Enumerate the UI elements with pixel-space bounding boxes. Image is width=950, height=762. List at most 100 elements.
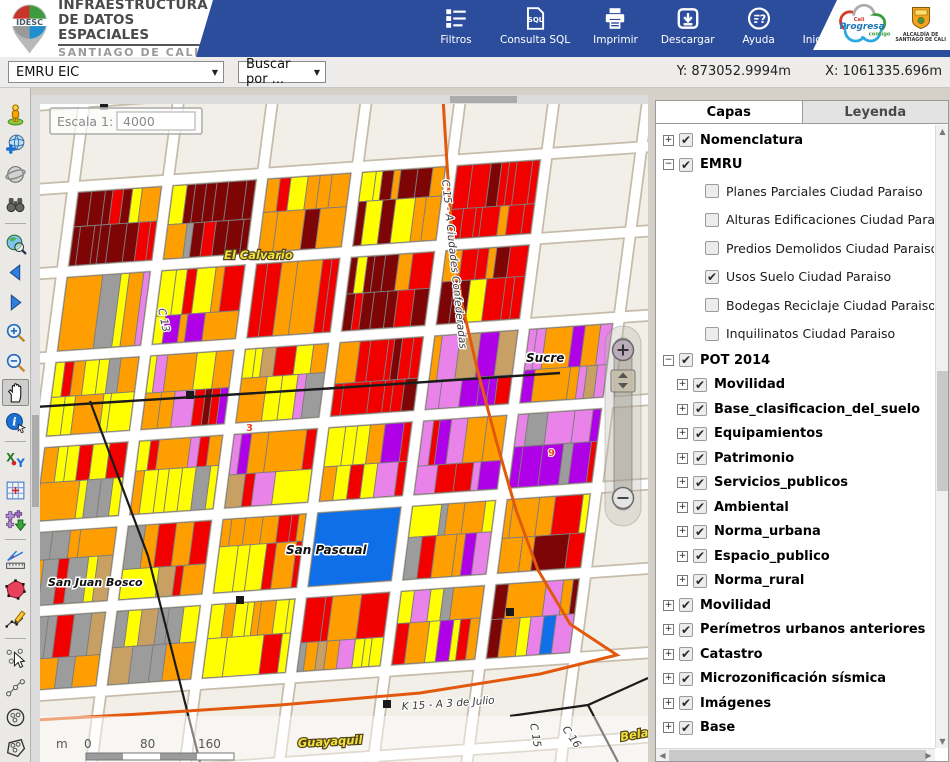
- layer-label[interactable]: Imágenes: [700, 696, 771, 711]
- collapse-icon[interactable]: −: [663, 159, 674, 170]
- expand-icon[interactable]: +: [677, 502, 688, 513]
- layer-checkbox[interactable]: [705, 184, 719, 198]
- next-extent-icon[interactable]: [2, 289, 29, 316]
- expand-icon[interactable]: +: [677, 453, 688, 464]
- expand-icon[interactable]: +: [677, 551, 688, 562]
- zoom-out-icon[interactable]: [2, 349, 29, 376]
- scrollbar-thumb[interactable]: [32, 415, 39, 507]
- identify-icon[interactable]: i: [2, 409, 29, 436]
- layer-checkbox[interactable]: ✔: [679, 353, 693, 367]
- panel-scrollbar-vertical[interactable]: ▲ ▼: [935, 125, 948, 748]
- layer-checkbox[interactable]: ✔: [705, 270, 719, 284]
- zoom-extent-icon[interactable]: [2, 230, 29, 257]
- panel-scrollbar-horizontal[interactable]: ◀ ▶: [656, 748, 935, 761]
- globe-icon[interactable]: [2, 161, 29, 188]
- collapse-icon[interactable]: −: [663, 355, 674, 366]
- layer-checkbox[interactable]: ✔: [693, 476, 707, 490]
- measure-icon[interactable]: [2, 546, 29, 573]
- layer-checkbox[interactable]: ✔: [679, 672, 693, 686]
- select-circle-icon[interactable]: [2, 704, 29, 731]
- layer-label[interactable]: Microzonificación sísmica: [700, 671, 886, 686]
- scroll-left-icon[interactable]: ◀: [656, 749, 669, 762]
- expand-icon[interactable]: +: [663, 649, 674, 660]
- layer-label[interactable]: Predios Demolidos Ciudad Paraiso: [726, 241, 934, 256]
- layer-checkbox[interactable]: [705, 298, 719, 312]
- expand-icon[interactable]: +: [663, 135, 674, 146]
- nav-descargar[interactable]: Descargar: [661, 5, 715, 46]
- zoom-in-icon[interactable]: [2, 319, 29, 346]
- grid-icon[interactable]: [2, 477, 29, 504]
- map-scrollbar-vertical[interactable]: [31, 104, 40, 762]
- layer-label[interactable]: Patrimonio: [714, 451, 794, 466]
- nav-filtros[interactable]: Filtros: [435, 5, 477, 46]
- layer-checkbox[interactable]: ✔: [679, 598, 693, 612]
- layer-label[interactable]: Usos Suelo Ciudad Paraiso: [726, 269, 891, 284]
- scrollbar-thumb[interactable]: [937, 371, 948, 491]
- layer-label[interactable]: Alturas Edificaciones Ciudad Paraiso: [726, 212, 934, 227]
- layer-label[interactable]: Ambiental: [714, 500, 789, 515]
- layer-checkbox[interactable]: ✔: [693, 402, 707, 416]
- expand-icon[interactable]: +: [663, 722, 674, 733]
- layer-label[interactable]: Catastro: [700, 647, 763, 662]
- expand-icon[interactable]: +: [677, 575, 688, 586]
- layer-label[interactable]: Bodegas Reciclaje Ciudad Paraiso: [726, 298, 934, 313]
- layer-checkbox[interactable]: ✔: [693, 500, 707, 514]
- layer-checkbox[interactable]: ✔: [693, 451, 707, 465]
- layer-label[interactable]: Norma_urbana: [714, 524, 821, 539]
- zoom-slider[interactable]: [605, 326, 641, 526]
- layer-checkbox[interactable]: ✔: [679, 721, 693, 735]
- add-features-icon[interactable]: [2, 507, 29, 534]
- layer-checkbox[interactable]: ✔: [693, 427, 707, 441]
- layer-label[interactable]: Planes Parciales Ciudad Paraiso: [726, 184, 923, 199]
- layer-checkbox[interactable]: ✔: [693, 549, 707, 563]
- nav-consulta-sql[interactable]: SQL Consulta SQL: [500, 5, 570, 46]
- layer-checkbox[interactable]: [705, 241, 719, 255]
- layer-label[interactable]: Servicios_publicos: [714, 475, 848, 490]
- binoculars-icon[interactable]: [2, 191, 29, 218]
- map-canvas[interactable]: El CalvarioC 13C 15 - A Ciudades Confede…: [40, 104, 648, 762]
- expand-icon[interactable]: +: [677, 428, 688, 439]
- scroll-right-icon[interactable]: ▶: [922, 749, 935, 762]
- scroll-down-icon[interactable]: ▼: [936, 735, 949, 748]
- expand-icon[interactable]: +: [663, 698, 674, 709]
- layer-label[interactable]: POT 2014: [700, 353, 770, 368]
- nav-imprimir[interactable]: Imprimir: [593, 5, 638, 46]
- expand-icon[interactable]: +: [663, 600, 674, 611]
- layer-checkbox[interactable]: ✔: [679, 647, 693, 661]
- expand-icon[interactable]: +: [677, 477, 688, 488]
- layer-label[interactable]: Norma_rural: [714, 573, 804, 588]
- draw-icon[interactable]: [2, 606, 29, 633]
- layer-label[interactable]: Base_clasificacion_del_suelo: [714, 402, 920, 417]
- tab-capas[interactable]: Capas: [656, 101, 803, 123]
- scale-input[interactable]: Escala 1: 4000: [50, 108, 202, 134]
- layer-checkbox[interactable]: ✔: [679, 623, 693, 637]
- select-line-icon[interactable]: [2, 674, 29, 701]
- layer-checkbox[interactable]: ✔: [693, 378, 707, 392]
- layer-checkbox[interactable]: ✔: [679, 158, 693, 172]
- map-scrollbar-horizontal[interactable]: [31, 95, 648, 104]
- xy-icon[interactable]: XY: [2, 447, 29, 474]
- expand-icon[interactable]: +: [663, 673, 674, 684]
- scrollbar-thumb[interactable]: [669, 750, 926, 761]
- layer-checkbox[interactable]: ✔: [693, 525, 707, 539]
- layer-label[interactable]: Movilidad: [714, 377, 785, 392]
- search-by-select[interactable]: Buscar por ... ▼: [238, 61, 326, 83]
- layer-label[interactable]: Nomenclatura: [700, 133, 803, 148]
- prev-extent-icon[interactable]: [2, 260, 29, 287]
- layer-label[interactable]: Inquilinatos Ciudad Paraiso: [726, 326, 895, 341]
- expand-icon[interactable]: +: [677, 526, 688, 537]
- layer-checkbox[interactable]: ✔: [679, 696, 693, 710]
- pan-icon[interactable]: [2, 379, 29, 406]
- measure-area-icon[interactable]: [2, 576, 29, 603]
- layer-theme-select[interactable]: EMRU EIC ▼: [8, 61, 224, 83]
- select-point-icon[interactable]: [2, 644, 29, 671]
- layer-checkbox[interactable]: [705, 213, 719, 227]
- expand-icon[interactable]: +: [677, 404, 688, 415]
- select-polygon-icon[interactable]: [2, 734, 29, 761]
- layer-label[interactable]: Base: [700, 720, 735, 735]
- scrollbar-thumb[interactable]: [450, 96, 517, 103]
- layer-label[interactable]: Perímetros urbanos anteriores: [700, 622, 925, 637]
- layer-label[interactable]: Equipamientos: [714, 426, 823, 441]
- layer-checkbox[interactable]: ✔: [679, 133, 693, 147]
- expand-icon[interactable]: +: [677, 379, 688, 390]
